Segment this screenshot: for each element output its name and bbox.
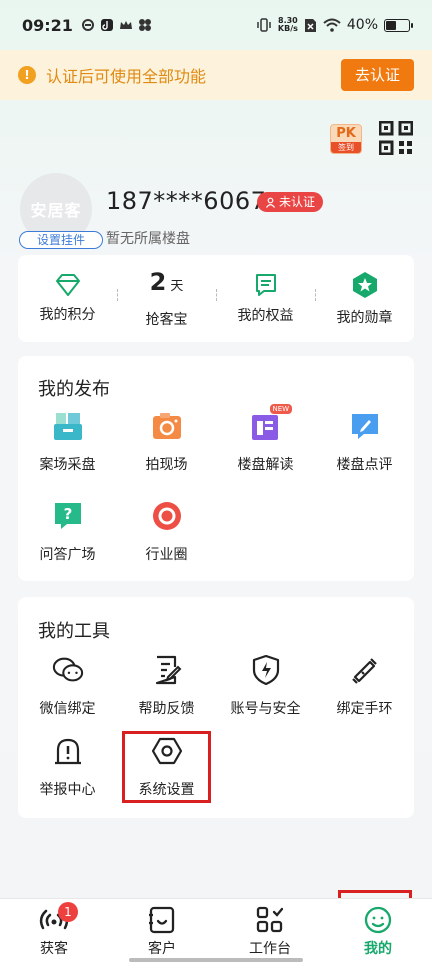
- publish-item-industry-circle[interactable]: 行业圈: [117, 500, 216, 564]
- grid-icon: [256, 906, 284, 932]
- circle-icon: [152, 502, 181, 530]
- crown-icon: [119, 21, 132, 29]
- contacts-icon: [149, 906, 175, 933]
- verify-status-badge[interactable]: 未认证: [257, 192, 324, 212]
- pen-comment-icon: [351, 414, 378, 439]
- tool-report-center[interactable]: 举报中心: [18, 735, 117, 799]
- notification-icons: [81, 18, 152, 32]
- alert-icon: [54, 738, 81, 765]
- qr-code-icon[interactable]: [379, 121, 413, 155]
- unread-badge: 1: [58, 902, 78, 922]
- notify-app-icon: [81, 19, 94, 31]
- no-sim-icon: [304, 18, 316, 32]
- set-widget-button[interactable]: 设置挂件: [19, 231, 103, 249]
- svg-text:?: ?: [63, 505, 72, 523]
- tab-profile[interactable]: 我的: [324, 899, 432, 964]
- stat-medals[interactable]: 我的勋章: [315, 255, 414, 342]
- article-icon: [251, 415, 278, 440]
- tiktok-icon: [100, 19, 113, 31]
- wristband-icon: [351, 658, 377, 684]
- tab-acquire[interactable]: 1 获客: [0, 899, 108, 964]
- tool-account-security[interactable]: 账号与安全: [216, 654, 315, 718]
- home-indicator[interactable]: [129, 958, 303, 962]
- tab-customers[interactable]: 客户: [108, 899, 216, 964]
- folder-box-icon: [53, 413, 82, 440]
- publish-item-qa-square[interactable]: ? 问答广场: [18, 500, 117, 564]
- qiangkebao-days: 2天: [149, 268, 184, 296]
- user-icon: [266, 197, 275, 208]
- phone-number: 187****6067: [106, 187, 267, 215]
- status-time: 09:21: [22, 15, 73, 35]
- publish-item-building-comment[interactable]: 楼盘点评: [315, 410, 414, 474]
- shield-bolt-icon: [252, 655, 279, 685]
- publish-item-building-review[interactable]: NEW 楼盘解读: [216, 404, 315, 474]
- diamond-icon: [55, 273, 80, 296]
- tools-title: 我的工具: [38, 621, 110, 642]
- tool-help-feedback[interactable]: 帮助反馈: [117, 654, 216, 718]
- pk-checkin-icon[interactable]: PK 签到: [330, 124, 362, 154]
- tab-workbench[interactable]: 工作台: [216, 899, 324, 964]
- settings-highlight-box: [122, 731, 211, 803]
- wifi-icon: [323, 18, 341, 32]
- bottom-nav: 1 获客 客户 工作台 我的: [0, 898, 432, 964]
- publish-item-case-collect[interactable]: 案场采盘: [18, 410, 117, 474]
- tool-wechat-bind[interactable]: 微信绑定: [18, 654, 117, 718]
- vibrate-icon: [257, 18, 271, 32]
- battery-icon: [384, 18, 413, 32]
- banner-text: 认证后可使用全部功能: [46, 67, 207, 86]
- document-icon: [255, 273, 276, 296]
- status-bar: 09:21 8.30 KB/s 40%: [0, 0, 432, 50]
- net-speed: 8.30 KB/s: [277, 16, 298, 33]
- profile-icon: [364, 906, 392, 933]
- verify-button[interactable]: 去认证: [340, 59, 414, 91]
- new-badge: NEW: [269, 404, 293, 414]
- battery-percent: 40%: [346, 17, 378, 33]
- house-status: 暂无所属楼盘: [106, 231, 190, 247]
- stat-points[interactable]: 我的积分: [18, 255, 117, 342]
- publish-title: 我的发布: [38, 379, 110, 400]
- stat-qiangkebao[interactable]: 2天 抢客宝: [117, 255, 216, 342]
- medal-star-icon: [352, 271, 377, 298]
- tool-bind-wristband[interactable]: 绑定手环: [315, 654, 414, 718]
- question-icon: ?: [54, 503, 81, 529]
- stats-card: 我的积分 2天 抢客宝 我的权益 我的勋章: [18, 255, 414, 342]
- wechat-icon: [52, 657, 83, 682]
- fan-icon: [138, 19, 151, 31]
- camera-icon: [152, 413, 181, 439]
- warning-icon: !: [18, 66, 36, 84]
- publish-item-shoot-site[interactable]: 拍现场: [117, 410, 216, 474]
- stat-rights[interactable]: 我的权益: [216, 255, 315, 342]
- feedback-icon: [155, 655, 181, 685]
- verify-banner: ! 认证后可使用全部功能 去认证: [0, 50, 432, 100]
